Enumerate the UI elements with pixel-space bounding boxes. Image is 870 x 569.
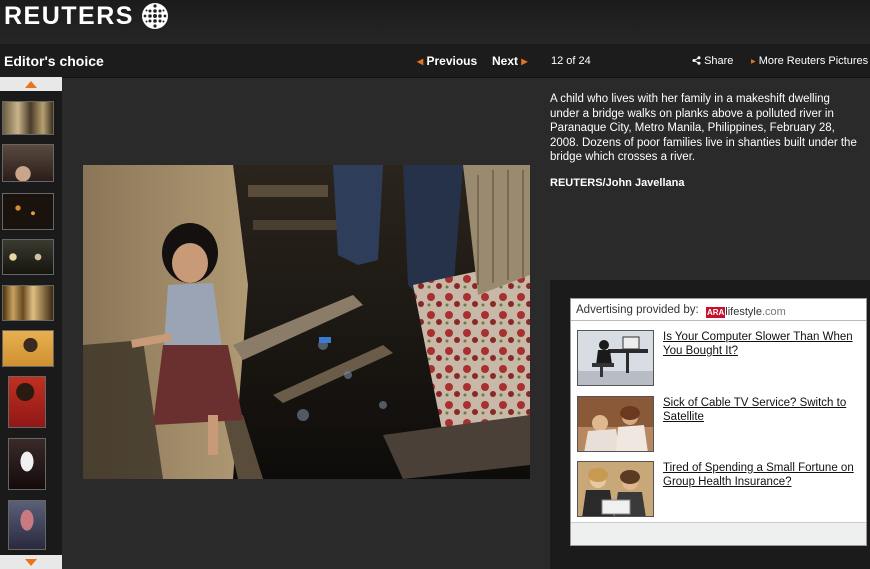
share-label: Share [704,55,734,67]
thumbnail[interactable] [2,144,54,182]
ara-logo-badge: ARA [705,307,726,318]
thumbnail[interactable] [8,376,46,428]
ad-item[interactable]: Sick of Cable TV Service? Switch to Sate… [577,396,862,454]
logo-tld: .com [761,306,786,318]
main-photo[interactable] [83,165,530,479]
thumbnail[interactable] [2,101,54,135]
advertising-box: Advertising provided by: ARAlifestyle.co… [570,298,867,546]
ad-item[interactable]: Tired of Spending a Small Fortune on Gro… [577,461,862,519]
more-pictures-label: More Reuters Pictures [758,55,869,67]
thumbnail[interactable] [2,330,54,367]
ad-image-computer-desk[interactable] [577,330,654,386]
next-label: Next [492,54,519,68]
reuters-dot-globe-icon[interactable] [141,2,169,30]
reuters-logo-text[interactable]: REUTERS [4,2,134,31]
logo-word: lifestyle [725,306,762,318]
ad-link-text[interactable]: Sick of Cable TV Service? Switch to Sate… [663,396,868,424]
ad-header: Advertising provided by: ARAlifestyle.co… [576,304,786,318]
photo-credit: REUTERS/John Javellana [550,177,685,189]
thumbnail[interactable] [2,193,54,230]
ad-image-couple-couch[interactable] [577,396,654,452]
ad-header-text: Advertising provided by: [576,304,699,316]
thumbnail[interactable] [8,438,46,490]
site-header: REUTERS [0,0,870,45]
ad-divider [571,320,866,321]
thumbnail-filmstrip [0,77,62,569]
ad-footer [571,522,866,545]
photo-caption: A child who lives with her family in a m… [550,93,857,163]
next-button[interactable]: Next ▶ [492,54,528,68]
main-photo-image [83,165,530,479]
more-pictures-link[interactable]: ▶ More Reuters Pictures [751,55,868,67]
ad-image-office-women[interactable] [577,461,654,517]
arrow-up-icon [25,80,37,88]
filmstrip-scroll-up-button[interactable] [0,77,62,91]
aralifestyle-logo[interactable]: ARAlifestyle.com [705,306,786,318]
previous-label: Previous [426,54,478,68]
arrow-down-icon [25,558,37,566]
triangle-left-icon: ◀ [417,57,424,66]
share-button[interactable]: Share [692,55,733,67]
triangle-right-icon: ▶ [521,57,528,66]
filmstrip-scroll-down-button[interactable] [0,555,62,569]
thumbnail[interactable] [2,285,54,321]
previous-button[interactable]: ◀ Previous [417,54,477,68]
thumbnail[interactable] [8,500,46,550]
ad-link-text[interactable]: Is Your Computer Slower Than When You Bo… [663,330,868,358]
photo-counter: 12 of 24 [551,55,591,67]
gallery-nav-bar: Editor's choice ◀ Previous Next ▶ 12 of … [0,44,870,78]
thumbnail[interactable] [2,239,54,275]
ad-link-text[interactable]: Tired of Spending a Small Fortune on Gro… [663,461,868,489]
section-title: Editor's choice [4,53,104,69]
ad-item[interactable]: Is Your Computer Slower Than When You Bo… [577,330,862,388]
triangle-right-icon: ▶ [751,59,756,65]
share-icon [692,56,701,65]
